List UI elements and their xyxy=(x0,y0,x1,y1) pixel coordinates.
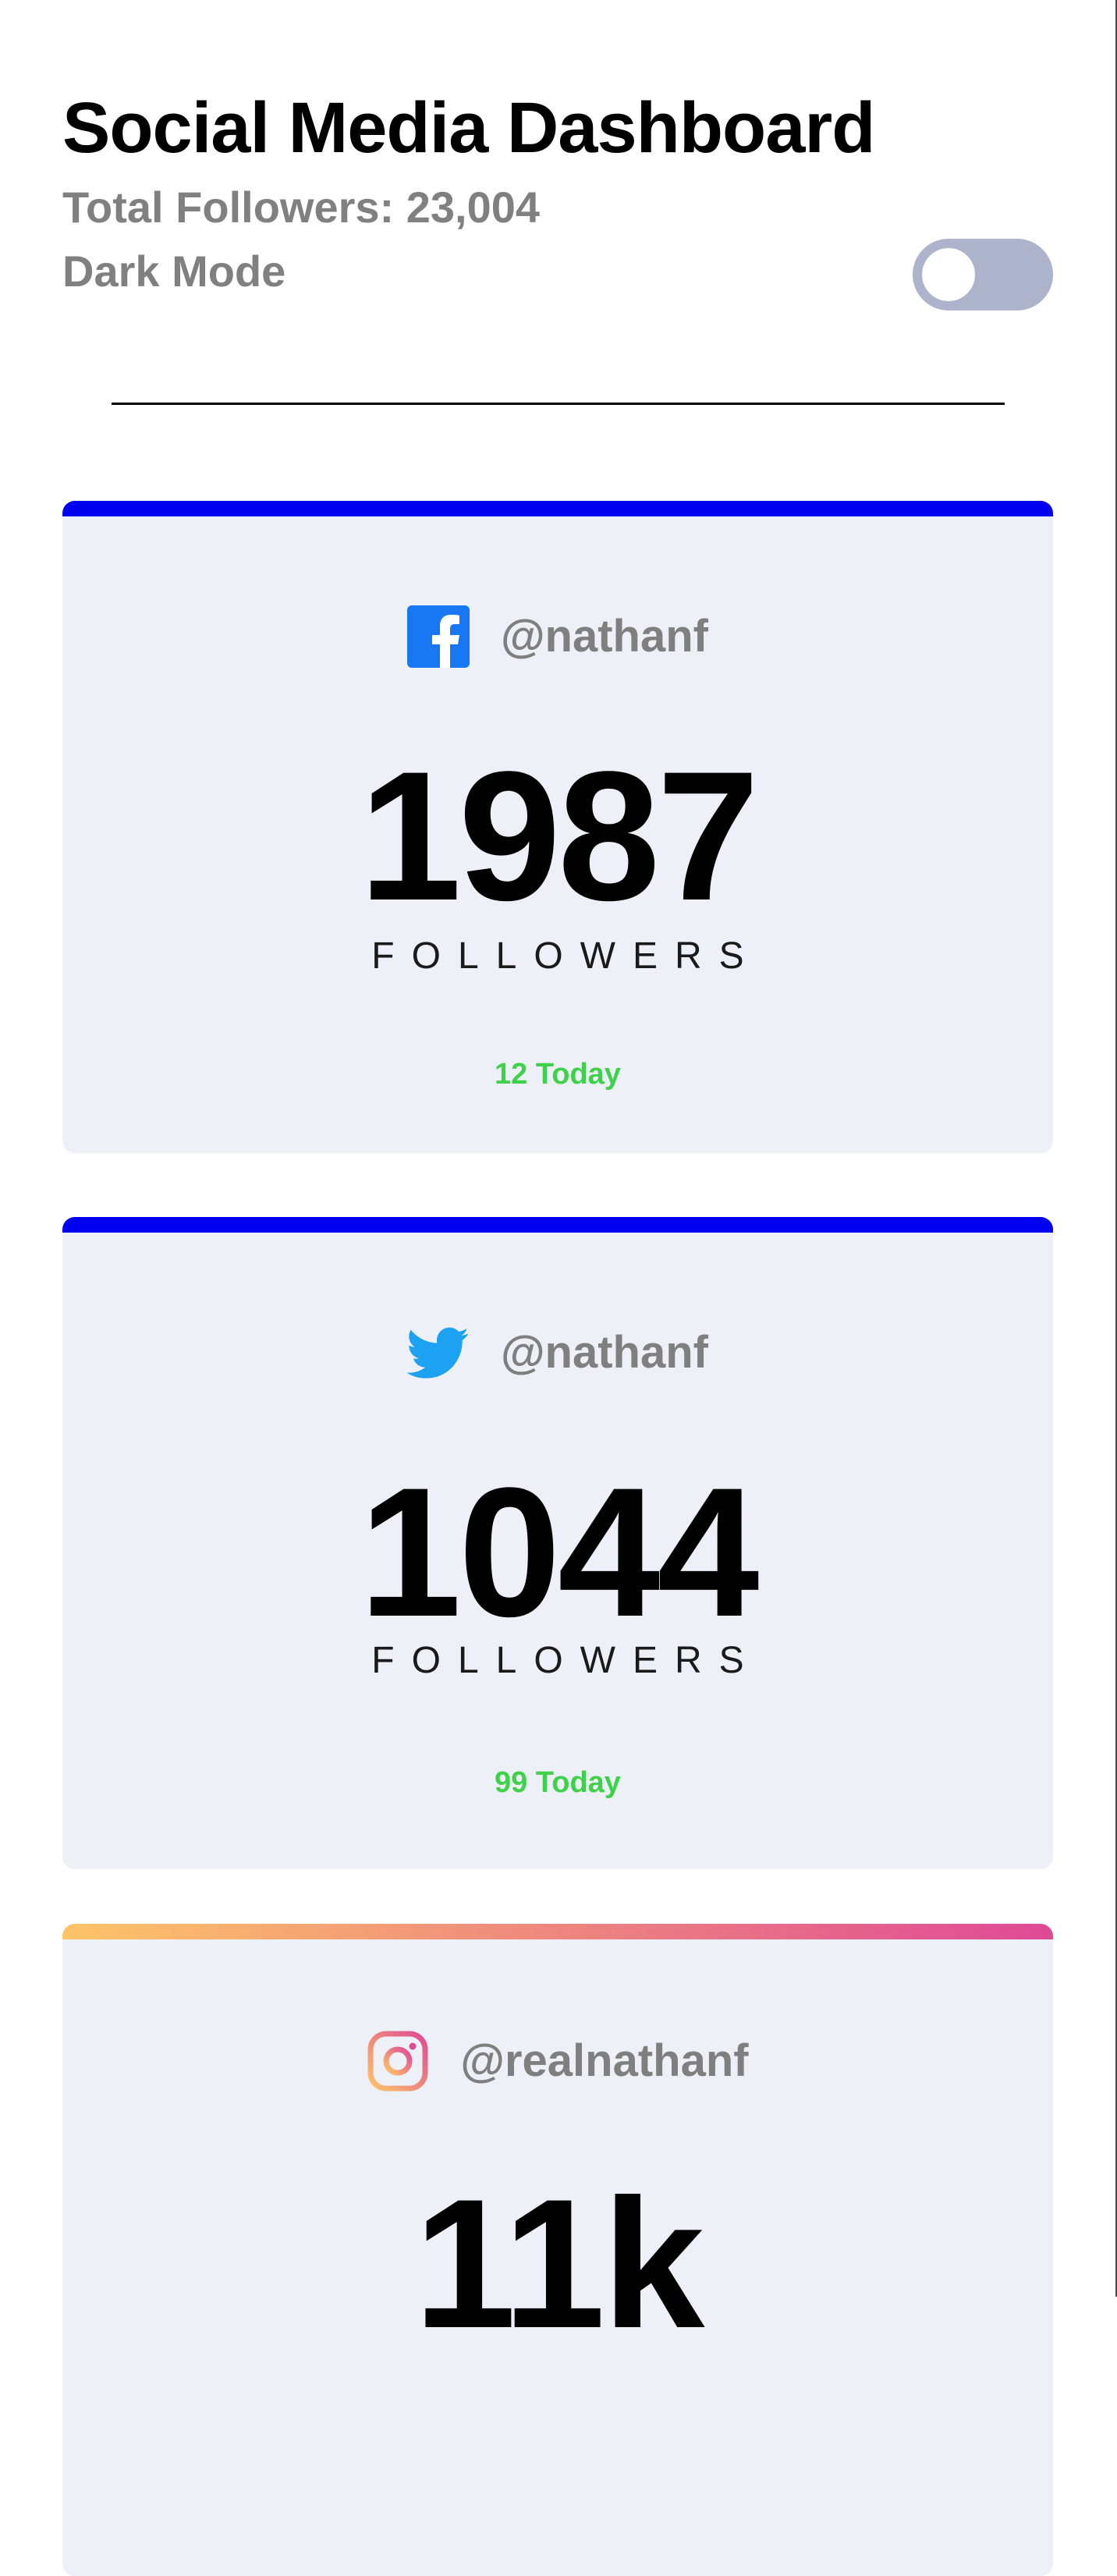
card-handle-row: @nathanf xyxy=(62,605,1053,668)
header-divider xyxy=(112,403,1005,405)
card-accent-bar xyxy=(62,1924,1053,1939)
dark-mode-label: Dark Mode xyxy=(62,247,286,296)
card-handle-row: @nathanf xyxy=(62,1322,1053,1384)
instagram-card: @realnathanf 11k xyxy=(62,1924,1053,2576)
card-handle[interactable]: @nathanf xyxy=(501,614,708,659)
card-accent-bar xyxy=(62,501,1053,516)
twitter-icon xyxy=(407,1327,469,1378)
card-handle[interactable]: @nathanf xyxy=(501,1330,708,1375)
followers-label: FOLLOWERS xyxy=(371,935,761,977)
today-change: 12 Today xyxy=(495,1058,621,1091)
followers-label: FOLLOWERS xyxy=(371,1640,761,1681)
dark-mode-toggle[interactable] xyxy=(913,239,1053,310)
instagram-icon xyxy=(367,2031,428,2092)
facebook-icon xyxy=(407,605,470,668)
card-accent-bar xyxy=(62,1217,1053,1233)
follower-count: 1987 xyxy=(359,733,759,939)
follower-count: 11k xyxy=(413,2161,705,2367)
facebook-card: @nathanf 1987 FOLLOWERS 12 Today xyxy=(62,501,1053,1153)
toggle-knob xyxy=(922,248,975,301)
total-followers: Total Followers: 23,004 xyxy=(62,183,541,232)
card-handle[interactable]: @realnathanf xyxy=(460,2038,748,2084)
today-change: 99 Today xyxy=(495,1766,621,1799)
follower-count: 1044 xyxy=(359,1449,759,1655)
card-handle-row: @realnathanf xyxy=(62,2030,1053,2092)
twitter-card: @nathanf 1044 FOLLOWERS 99 Today xyxy=(62,1217,1053,1869)
page-title: Social Media Dashboard xyxy=(62,88,875,168)
